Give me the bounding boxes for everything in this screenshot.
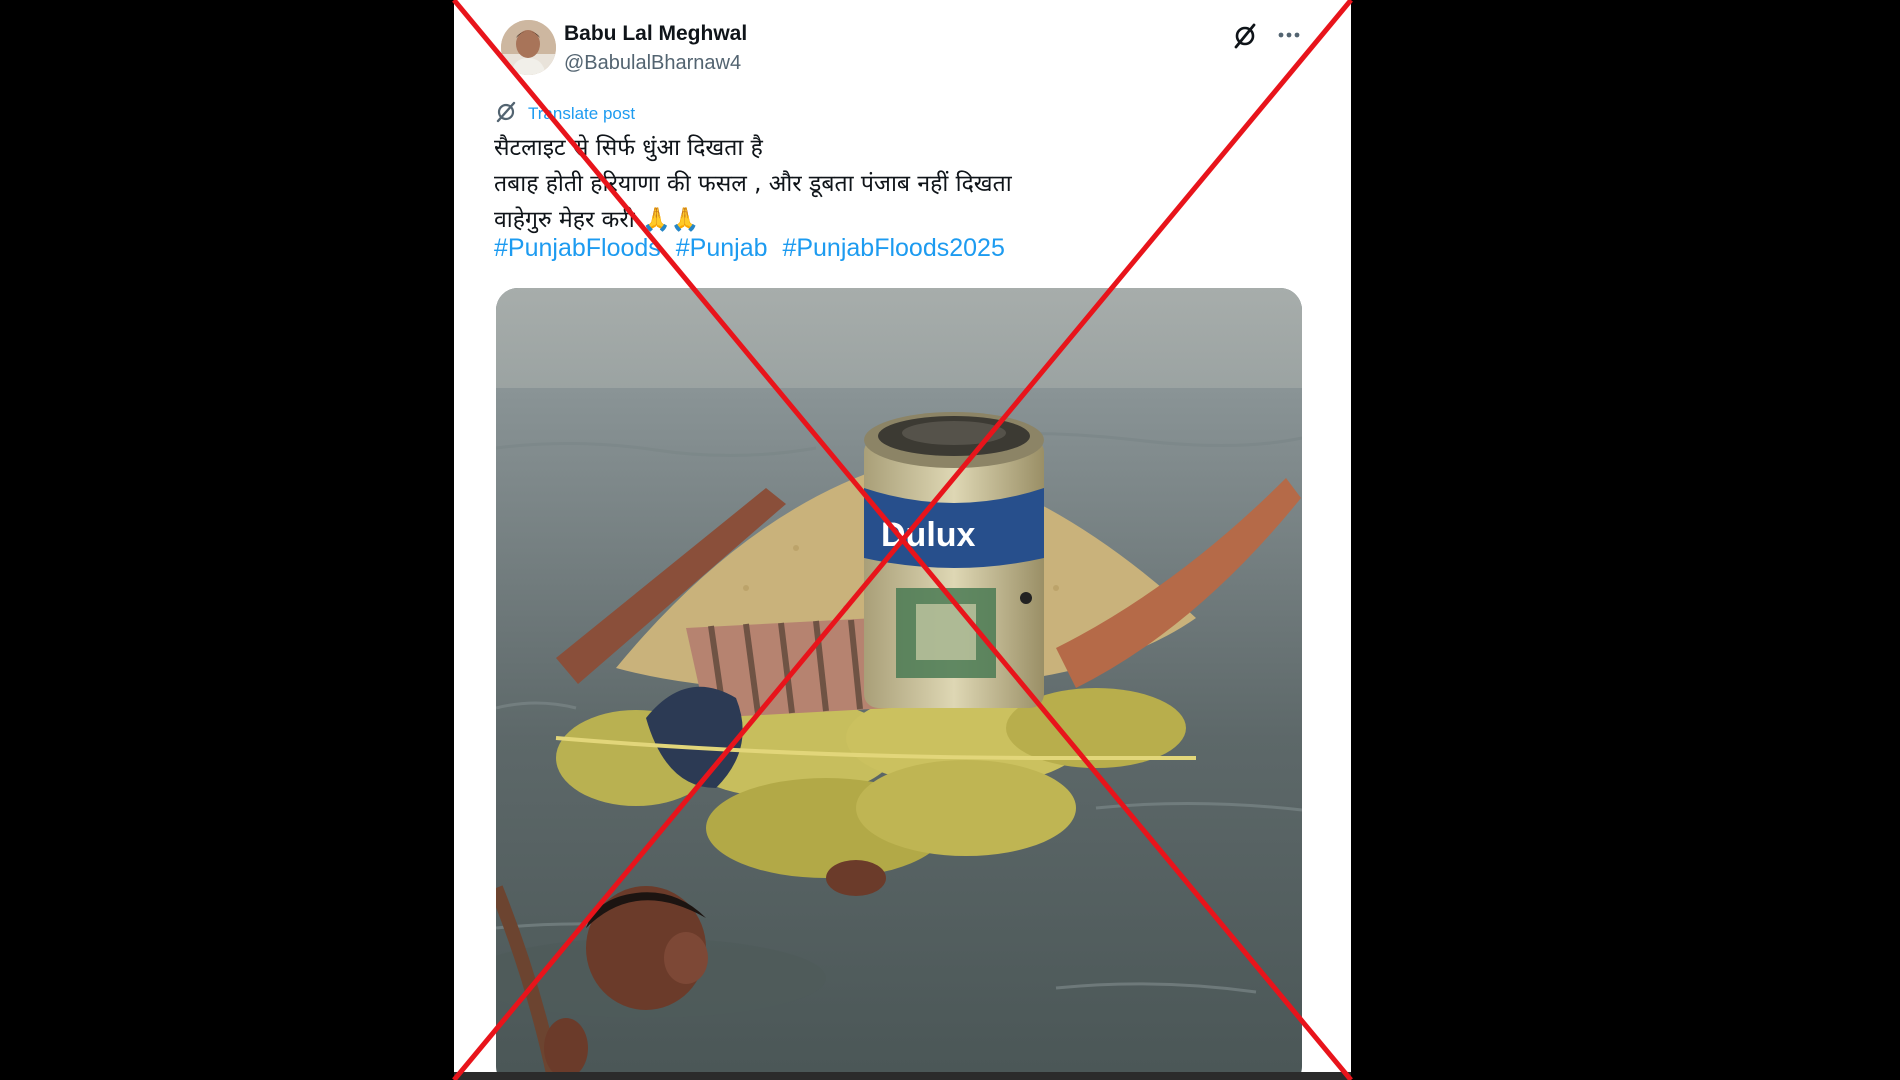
bottom-scroll-strip xyxy=(454,1072,1351,1080)
hashtag-row: #PunjabFloods #Punjab #PunjabFloods2025 xyxy=(494,234,1013,263)
more-options-icon[interactable] xyxy=(1272,20,1306,50)
author-name[interactable]: Babu Lal Meghwal xyxy=(564,22,747,46)
can-logo-text: Dulux xyxy=(881,516,976,554)
hashtag-link[interactable]: #Punjab xyxy=(676,234,768,262)
translate-icon xyxy=(494,100,518,129)
hashtag-link[interactable]: #PunjabFloods2025 xyxy=(782,234,1004,262)
post-text: सैटलाइट से सिर्फ धुंआ दिखता है तबाह होती… xyxy=(494,130,1314,238)
post-text-line: तबाह होती हरियाणा की फसल , और डूबता पंजा… xyxy=(494,171,1012,197)
translate-row: Translate post xyxy=(494,100,635,129)
post-text-line: वाहेगुरु मेहर करी 🙏🙏 xyxy=(494,207,700,233)
post-media-image[interactable]: Dulux xyxy=(496,288,1302,1080)
author-avatar[interactable] xyxy=(501,20,556,75)
post-text-line: सैटलाइट से सिर्फ धुंआ दिखता है xyxy=(494,135,763,161)
grok-icon[interactable] xyxy=(1231,22,1259,50)
hashtag-link[interactable]: #PunjabFloods xyxy=(494,234,661,262)
avatar-image xyxy=(501,20,556,75)
translate-post-link[interactable]: Translate post xyxy=(528,104,635,124)
post-card: Babu Lal Meghwal @BabulalBharnaw4 Transl… xyxy=(454,0,1351,1080)
screenshot-stage: Babu Lal Meghwal @BabulalBharnaw4 Transl… xyxy=(0,0,1900,1080)
author-handle[interactable]: @BabulalBharnaw4 xyxy=(564,52,741,75)
flood-photo: Dulux xyxy=(496,288,1302,1080)
